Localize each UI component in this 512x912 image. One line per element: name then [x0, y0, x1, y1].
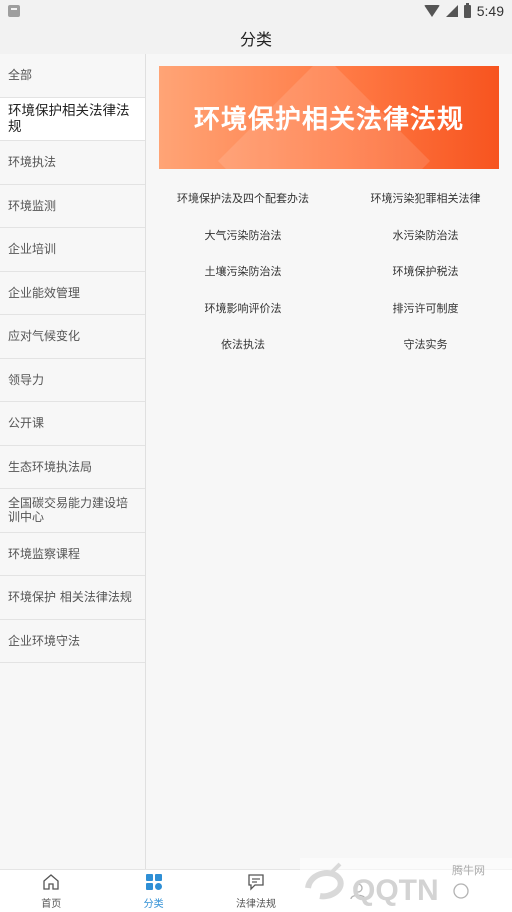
category-content: 环境保护相关法律法规 环境保护法及四个配套办法 环境污染犯罪相关法律 大气污染防…	[147, 54, 512, 869]
sidebar-item-carbon-trading-center[interactable]: 全国碳交易能力建设培训中心	[0, 489, 145, 533]
sidebar-item-open-course[interactable]: 公开课	[0, 402, 145, 446]
sidebar-item-label: 企业环境守法	[8, 633, 81, 648]
sidebar-item-enterprise-training[interactable]: 企业培训	[0, 228, 145, 272]
bottom-tab-bar: 首页 分类 法律法规	[0, 869, 512, 912]
subcategory-link[interactable]: 环境保护税法	[339, 253, 512, 290]
user-icon	[350, 883, 367, 900]
tab-category[interactable]: 分类	[102, 870, 204, 912]
tab-home[interactable]: 首页	[0, 870, 102, 912]
tab-label: 法律法规	[236, 899, 277, 910]
sidebar-item-label: 环境保护相关法律法规	[8, 102, 130, 135]
subcategory-grid: 环境保护法及四个配套办法 环境污染犯罪相关法律 大气污染防治法 水污染防治法 土…	[147, 180, 512, 363]
sidebar-item-eco-enforcement-bureau[interactable]: 生态环境执法局	[0, 446, 145, 489]
tab-mine[interactable]	[410, 870, 512, 912]
wifi-icon	[423, 5, 440, 17]
sidebar-item-label: 环境保护 相关法律法规	[8, 590, 132, 605]
notification-icon	[8, 5, 20, 17]
sidebar-item-label: 应对气候变化	[8, 329, 81, 344]
tab-law[interactable]: 法律法规	[205, 870, 307, 912]
tab-study[interactable]	[307, 870, 409, 912]
sidebar-item-label: 全国碳交易能力建设培训中心	[8, 495, 129, 525]
sidebar-item-label: 企业培训	[8, 242, 57, 257]
subcategory-link[interactable]: 土壤污染防治法	[147, 253, 339, 290]
sidebar-item-label: 环境监察课程	[8, 546, 81, 561]
profile-icon	[453, 883, 469, 899]
subcategory-link[interactable]: 环境污染犯罪相关法律	[339, 180, 512, 217]
sidebar-item-climate-change[interactable]: 应对气候变化	[0, 315, 145, 359]
tab-label: 分类	[143, 899, 164, 910]
app-header: 分类	[0, 22, 512, 54]
sidebar-item-label: 企业能效管理	[8, 285, 81, 300]
sidebar-item-all[interactable]: 全部	[0, 54, 145, 98]
sidebar-item-environmental-law-2[interactable]: 环境保护 相关法律法规	[0, 576, 145, 620]
sidebar-item-monitoring[interactable]: 环境监测	[0, 185, 145, 228]
status-bar: 5:49	[0, 0, 512, 22]
battery-icon	[463, 2, 471, 18]
subcategory-link[interactable]: 环境保护法及四个配套办法	[147, 180, 339, 217]
sidebar-item-label: 全部	[8, 68, 33, 83]
subcategory-link[interactable]: 守法实务	[339, 326, 512, 363]
page-title: 分类	[239, 30, 272, 49]
status-time: 5:49	[476, 3, 504, 19]
sidebar-item-label: 生态环境执法局	[8, 459, 93, 474]
status-indicators: 5:49	[423, 2, 504, 19]
subcategory-link[interactable]: 依法执法	[147, 326, 339, 363]
sidebar-item-leadership[interactable]: 领导力	[0, 359, 145, 402]
sidebar-item-environmental-law[interactable]: 环境保护相关法律法规	[0, 97, 145, 141]
category-sidebar: 全部 环境保护相关法律法规 环境执法 环境监测 企业培训 企业能效管理 应对气候…	[0, 54, 146, 869]
subcategory-link[interactable]: 水污染防治法	[339, 217, 512, 254]
signal-icon	[445, 5, 458, 17]
subcategory-link[interactable]: 大气污染防治法	[147, 217, 339, 254]
sidebar-item-label: 公开课	[8, 416, 45, 431]
home-icon	[43, 874, 59, 890]
sidebar-item-label: 环境监测	[8, 198, 57, 213]
message-icon	[248, 874, 264, 891]
subcategory-link[interactable]: 排污许可制度	[339, 290, 512, 327]
sidebar-item-label: 领导力	[8, 372, 45, 387]
sidebar-item-compliance[interactable]: 企业环境守法	[0, 620, 145, 663]
sidebar-item-energy-management[interactable]: 企业能效管理	[0, 272, 145, 315]
category-banner[interactable]: 环境保护相关法律法规	[159, 66, 499, 169]
sidebar-item-label: 环境执法	[8, 155, 57, 170]
subcategory-link[interactable]: 环境影响评价法	[147, 290, 339, 327]
tab-label: 首页	[41, 899, 62, 910]
banner-title: 环境保护相关法律法规	[193, 105, 464, 135]
sidebar-item-enforcement[interactable]: 环境执法	[0, 141, 145, 185]
sidebar-item-inspection-course[interactable]: 环境监察课程	[0, 533, 145, 576]
category-icon	[145, 874, 162, 890]
